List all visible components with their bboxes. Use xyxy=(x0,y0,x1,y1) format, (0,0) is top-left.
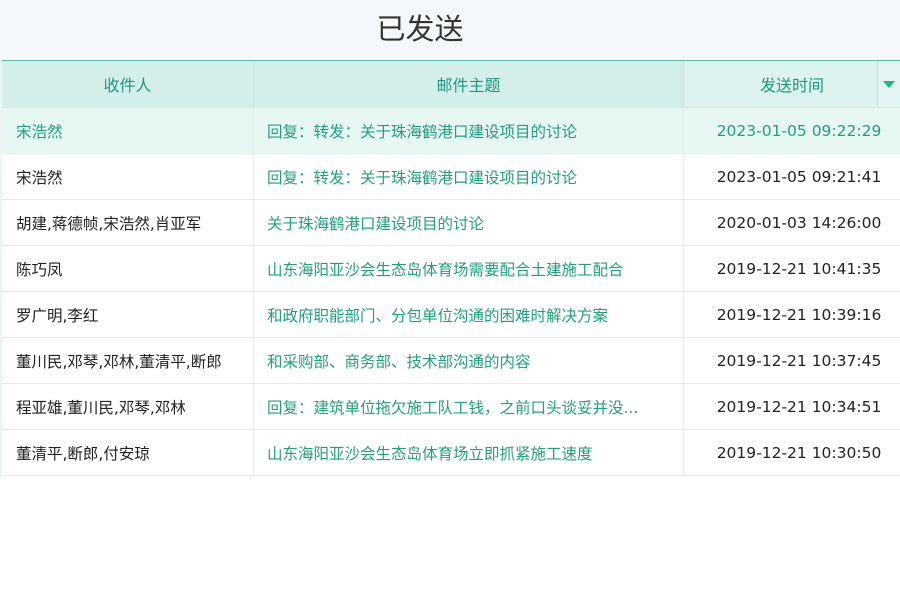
recipients-cell: 董清平,断郎,付安琼 xyxy=(2,430,254,475)
column-header-send-time-label: 发送时间 xyxy=(759,76,824,95)
send-time-cell: 2020-01-03 14:26:00 xyxy=(716,213,882,232)
caret-down-icon xyxy=(883,80,895,88)
send-time-cell: 2019-12-21 10:30:50 xyxy=(716,443,882,462)
subject-cell[interactable]: 山东海阳亚沙会生态岛体育场需要配合土建施工配合 xyxy=(254,246,684,291)
sent-mail-page: 已发送 收件人 邮件主题 发送时间 宋浩然 回复：转发：关于珠海鹤港口建设项目的… xyxy=(0,0,900,600)
recipients-cell: 宋浩然 xyxy=(2,108,254,153)
recipients-cell: 宋浩然 xyxy=(2,154,254,199)
column-header-send-time[interactable]: 发送时间 xyxy=(684,61,900,107)
subject-cell[interactable]: 回复：转发：关于珠海鹤港口建设项目的讨论 xyxy=(254,108,684,153)
send-time-cell: 2019-12-21 10:41:35 xyxy=(716,259,882,278)
subject-cell[interactable]: 和采购部、商务部、技术部沟通的内容 xyxy=(254,338,684,383)
subject-cell[interactable]: 关于珠海鹤港口建设项目的讨论 xyxy=(254,200,684,245)
recipients-cell: 陈巧凤 xyxy=(2,246,254,291)
column-header-recipients[interactable]: 收件人 xyxy=(2,61,254,107)
column-header-subject[interactable]: 邮件主题 xyxy=(254,61,684,107)
table-row[interactable]: 胡建,蒋德帧,宋浩然,肖亚军 关于珠海鹤港口建设项目的讨论 2020-01-03… xyxy=(2,200,900,246)
recipients-cell: 程亚雄,董川民,邓琴,邓林 xyxy=(2,384,254,429)
table-row[interactable]: 罗广明,李红 和政府职能部门、分包单位沟通的困难时解决方案 2019-12-21… xyxy=(2,292,900,338)
table-row[interactable]: 程亚雄,董川民,邓琴,邓林 回复：建筑单位拖欠施工队工钱，之前口头谈妥并没...… xyxy=(2,384,900,430)
subject-cell[interactable]: 回复：转发：关于珠海鹤港口建设项目的讨论 xyxy=(254,154,684,199)
table-row[interactable]: 董清平,断郎,付安琼 山东海阳亚沙会生态岛体育场立即抓紧施工速度 2019-12… xyxy=(2,430,900,476)
recipients-cell: 罗广明,李红 xyxy=(2,292,254,337)
subject-cell[interactable]: 和政府职能部门、分包单位沟通的困难时解决方案 xyxy=(254,292,684,337)
page-title: 已发送 xyxy=(376,12,464,46)
subject-cell[interactable]: 回复：建筑单位拖欠施工队工钱，之前口头谈妥并没... xyxy=(254,384,684,429)
table-row[interactable]: 董川民,邓琴,邓林,董清平,断郎 和采购部、商务部、技术部沟通的内容 2019-… xyxy=(2,338,900,384)
send-time-cell: 2019-12-21 10:37:45 xyxy=(716,351,882,370)
send-time-cell: 2023-01-05 09:22:29 xyxy=(716,121,882,140)
send-time-cell: 2023-01-05 09:21:41 xyxy=(716,167,882,186)
send-time-cell: 2019-12-21 10:34:51 xyxy=(716,397,882,416)
sent-mail-table: 收件人 邮件主题 发送时间 宋浩然 回复：转发：关于珠海鹤港口建设项目的讨论 2… xyxy=(2,60,900,476)
subject-cell[interactable]: 山东海阳亚沙会生态岛体育场立即抓紧施工速度 xyxy=(254,430,684,475)
sort-dropdown-button[interactable] xyxy=(877,61,900,107)
title-bar: 已发送 xyxy=(0,0,900,60)
table-row[interactable]: 陈巧凤 山东海阳亚沙会生态岛体育场需要配合土建施工配合 2019-12-21 1… xyxy=(2,246,900,292)
table-header: 收件人 邮件主题 发送时间 xyxy=(2,61,900,108)
recipients-cell: 胡建,蒋德帧,宋浩然,肖亚军 xyxy=(2,200,254,245)
table-row[interactable]: 宋浩然 回复：转发：关于珠海鹤港口建设项目的讨论 2023-01-05 09:2… xyxy=(2,154,900,200)
send-time-cell: 2019-12-21 10:39:16 xyxy=(716,305,882,324)
table-row[interactable]: 宋浩然 回复：转发：关于珠海鹤港口建设项目的讨论 2023-01-05 09:2… xyxy=(2,108,900,154)
recipients-cell: 董川民,邓琴,邓林,董清平,断郎 xyxy=(2,338,254,383)
